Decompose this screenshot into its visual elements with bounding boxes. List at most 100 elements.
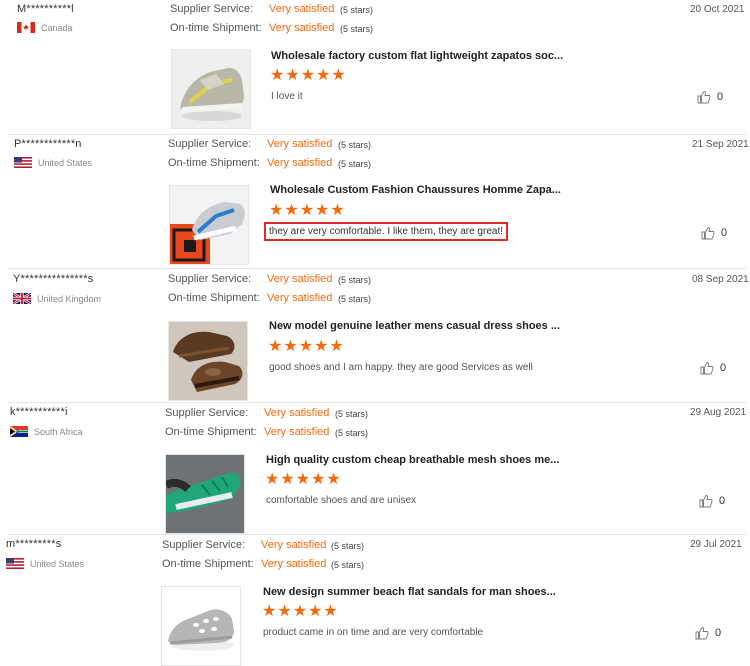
review-item: P************n United States Supplier Se…: [0, 135, 750, 268]
country-name: Canada: [41, 22, 73, 33]
uk-flag-icon: [13, 293, 31, 304]
star-icon: ★: [308, 603, 323, 620]
product-title-link[interactable]: Wholesale Custom Fashion Chaussures Homm…: [270, 184, 561, 196]
review-date: 20 Oct 2021: [690, 4, 745, 15]
ontime-shipment-label: On-time Shipment:: [168, 292, 260, 304]
thumbs-up-icon: [700, 361, 714, 375]
ontime-shipment-value: Very satisfied: [269, 22, 335, 34]
usa-flag-icon: [14, 157, 32, 168]
supplier-service-label: Supplier Service:: [170, 3, 254, 15]
review-item: M**********l Canada Supplier Service: Ve…: [0, 0, 750, 134]
star-icon: ★: [284, 202, 299, 219]
product-thumbnail[interactable]: [165, 454, 245, 534]
supplier-service-value: Very satisfied: [261, 539, 327, 551]
thumbs-up-icon: [695, 626, 709, 640]
supplier-service-label: Supplier Service:: [162, 539, 246, 551]
country-name: United States: [38, 157, 93, 168]
star-icon: ★: [299, 202, 315, 219]
like-count: 0: [717, 91, 724, 103]
ontime-shipment-value: Very satisfied: [264, 426, 330, 438]
usa-flag-icon: [6, 558, 24, 569]
product-thumbnail[interactable]: [171, 49, 251, 129]
buyer-country: United States: [6, 558, 84, 569]
star-icon: ★: [314, 338, 329, 355]
like-button[interactable]: 0: [695, 626, 721, 640]
supplier-service-value: Very satisfied: [267, 273, 333, 285]
like-button[interactable]: 0: [697, 90, 723, 104]
supplier-service-value: Very satisfied: [267, 138, 333, 150]
review-date: 21 Sep 2021: [692, 139, 749, 150]
canada-flag-icon: [17, 22, 35, 33]
buyer-name: P************n: [14, 138, 82, 150]
rating-stars: ★ ★ ★ ★ ★: [270, 68, 347, 84]
like-count: 0: [721, 227, 728, 239]
star-icon: ★: [331, 67, 346, 84]
star-icon: ★: [329, 338, 344, 355]
ontime-shipment-stars: (5 stars): [340, 24, 374, 34]
ontime-shipment-label: On-time Shipment:: [170, 22, 262, 34]
rating-stars: ★ ★ ★ ★ ★: [262, 604, 339, 620]
product-title-link[interactable]: New model genuine leather mens casual dr…: [269, 320, 560, 332]
supplier-service-value: Very satisfied: [264, 407, 330, 419]
star-icon: ★: [285, 67, 300, 84]
ontime-shipment-value: Very satisfied: [261, 558, 327, 570]
supplier-service-label: Supplier Service:: [168, 138, 252, 150]
star-icon: ★: [316, 67, 331, 84]
product-title-link[interactable]: Wholesale factory custom flat lightweigh…: [271, 50, 563, 62]
star-icon: ★: [262, 603, 277, 620]
star-icon: ★: [295, 471, 311, 488]
ontime-shipment-value: Very satisfied: [267, 292, 333, 304]
review-text-highlighted: they are very comfortable. I like them, …: [264, 222, 508, 241]
rating-stars: ★ ★ ★ ★ ★: [269, 203, 346, 219]
review-item: k***********i South Africa Supplier Serv…: [0, 403, 750, 534]
south-africa-flag-icon: [10, 426, 28, 437]
country-name: South Africa: [34, 426, 83, 437]
buyer-country: United States: [14, 157, 92, 168]
country-name: United Kingdom: [37, 293, 102, 304]
buyer-name: Y***************s: [13, 273, 94, 285]
ontime-shipment-label: On-time Shipment:: [162, 558, 254, 570]
star-icon: ★: [326, 471, 341, 488]
product-title-link[interactable]: New design summer beach flat sandals for…: [263, 586, 556, 598]
buyer-name: k***********i: [10, 406, 68, 418]
ontime-shipment-label: On-time Shipment:: [168, 157, 260, 169]
product-thumbnail[interactable]: [168, 321, 248, 401]
buyer-country: South Africa: [10, 426, 83, 437]
star-icon: ★: [277, 603, 292, 620]
thumbs-up-icon: [697, 90, 711, 104]
like-button[interactable]: 0: [700, 361, 726, 375]
review-date: 08 Sep 2021: [692, 274, 749, 285]
product-title-link[interactable]: High quality custom cheap breathable mes…: [266, 454, 559, 466]
ontime-shipment-stars: (5 stars): [338, 159, 372, 169]
ontime-shipment-value: Very satisfied: [267, 157, 333, 169]
product-thumbnail[interactable]: [169, 185, 249, 265]
product-thumbnail[interactable]: [161, 586, 241, 666]
star-icon: ★: [300, 67, 316, 84]
supplier-service-stars: (5 stars): [340, 5, 374, 15]
ontime-shipment-stars: (5 stars): [335, 428, 369, 438]
star-icon: ★: [330, 202, 345, 219]
like-button[interactable]: 0: [699, 494, 725, 508]
rating-stars: ★ ★ ★ ★ ★: [268, 339, 345, 355]
supplier-service-stars: (5 stars): [331, 541, 365, 551]
country-name: United States: [30, 558, 85, 569]
like-count: 0: [715, 627, 722, 639]
thumbs-up-icon: [699, 494, 713, 508]
rating-stars: ★ ★ ★ ★ ★: [265, 472, 342, 488]
thumbs-up-icon: [701, 226, 715, 240]
review-date: 29 Aug 2021: [690, 407, 747, 418]
like-count: 0: [719, 495, 726, 507]
supplier-service-label: Supplier Service:: [168, 273, 252, 285]
review-item: Y***************s United Kingdom Supplie…: [0, 270, 750, 402]
review-text: I love it: [271, 91, 303, 102]
star-icon: ★: [283, 338, 298, 355]
buyer-name: m*********s: [6, 538, 62, 550]
ontime-shipment-stars: (5 stars): [331, 560, 365, 570]
ontime-shipment-label: On-time Shipment:: [165, 426, 257, 438]
supplier-service-stars: (5 stars): [338, 275, 372, 285]
star-icon: ★: [280, 471, 295, 488]
review-text: product came in on time and are very com…: [263, 627, 484, 638]
supplier-service-value: Very satisfied: [269, 3, 335, 15]
like-button[interactable]: 0: [701, 226, 727, 240]
star-icon: ★: [298, 338, 314, 355]
